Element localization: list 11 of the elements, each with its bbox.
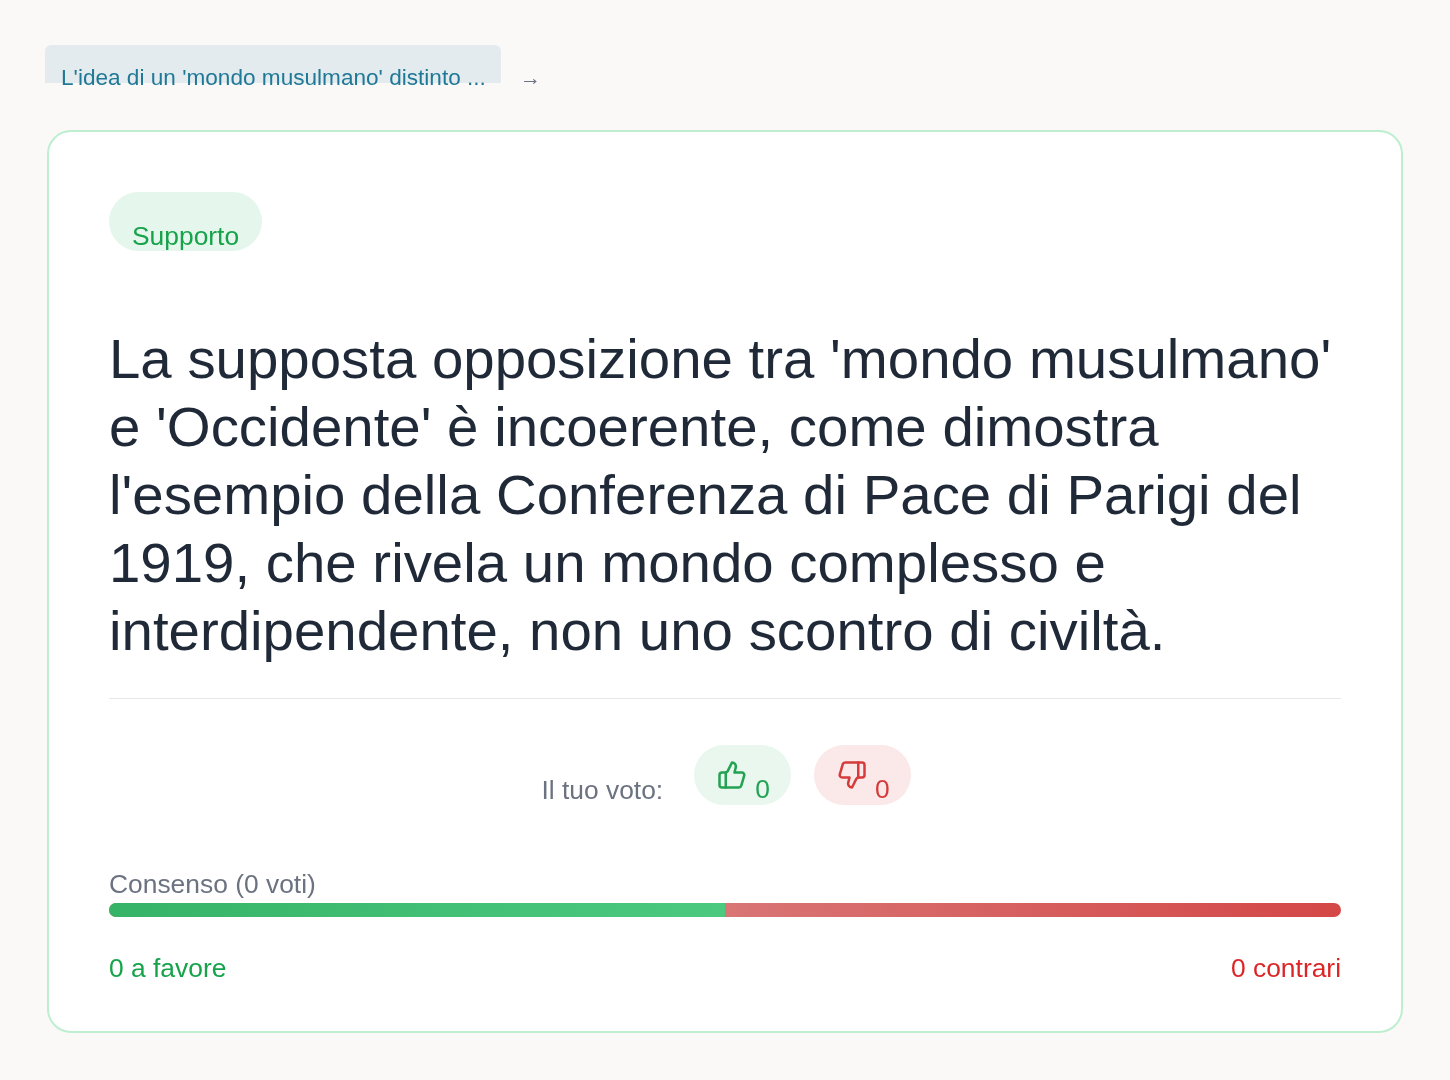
thumbs-up-button[interactable]: 0 bbox=[694, 745, 791, 805]
arrow-icon: → bbox=[519, 65, 541, 91]
stance-tag: Supporto bbox=[109, 192, 263, 251]
favor-count: 0 a favore bbox=[109, 953, 227, 983]
thumbs-down-button[interactable]: 0 bbox=[813, 745, 911, 805]
thumbs-up-icon bbox=[717, 760, 748, 790]
claim-text: La supposta opposizione tra 'mondo musulmano' e 'Occidente' è incoerente, come dimostra l'esempio della Conferenza di Pace di Parigi del 1919, che rivela un mondo complesso e interdipendente, non uno scontro di civiltà. bbox=[109, 326, 1333, 664]
consensus-label: Consenso (0 voti) bbox=[109, 869, 317, 899]
against-count: 0 contrari bbox=[1231, 953, 1341, 983]
vote-label: Il tuo voto: bbox=[541, 775, 664, 805]
thumbs-down-icon bbox=[836, 760, 867, 790]
